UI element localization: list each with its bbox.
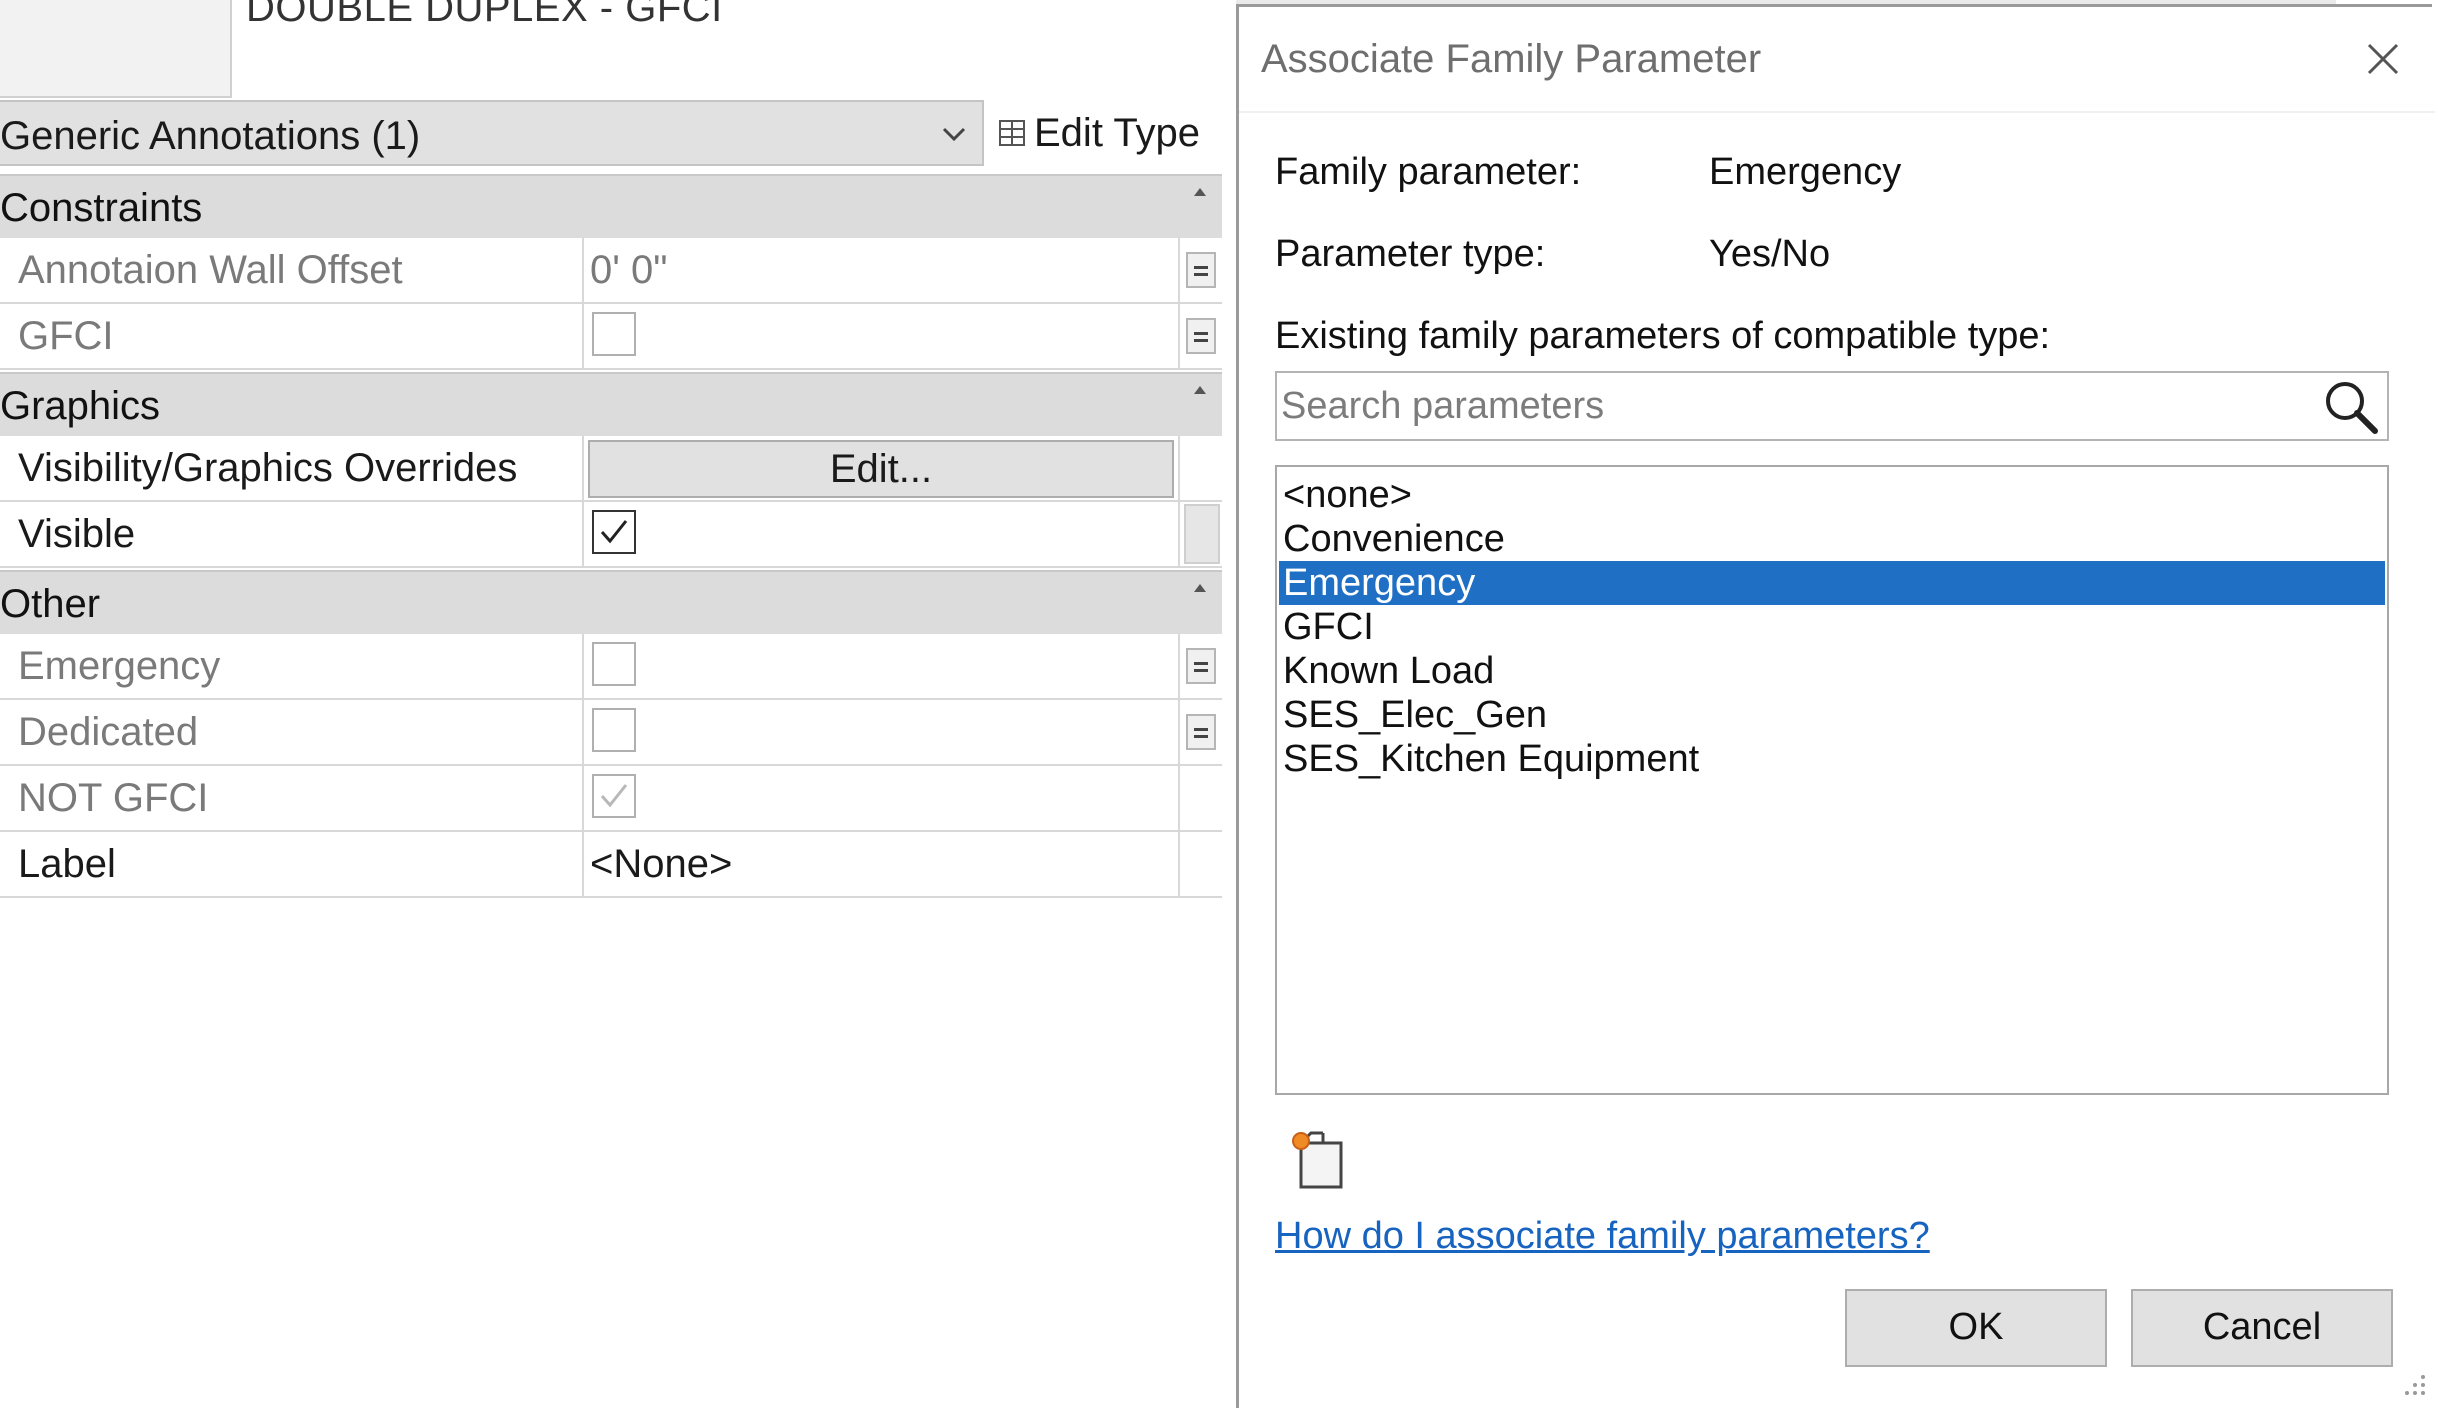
group-label: Other <box>0 582 101 626</box>
property-name: Label <box>18 842 116 886</box>
type-header: DOUBLE DUPLEX - GFCI <box>0 0 1226 98</box>
search-input[interactable] <box>1281 375 2321 437</box>
checkmark-icon <box>600 784 628 808</box>
property-name: GFCI <box>18 314 114 358</box>
emergency-checkbox[interactable] <box>592 642 636 686</box>
property-name: NOT GFCI <box>18 776 209 820</box>
list-item[interactable]: SES_Elec_Gen <box>1279 693 2385 737</box>
resize-grip-icon[interactable] <box>2399 1369 2429 1399</box>
list-item[interactable]: <none> <box>1279 473 2385 517</box>
property-row-annotation-wall-offset: Annotaion Wall Offset 0' 0" <box>0 238 1222 304</box>
scrollbar-thumb[interactable] <box>1184 504 1220 564</box>
property-value[interactable]: 0' 0" <box>586 238 1176 302</box>
property-value-text: 0' 0" <box>590 248 668 292</box>
search-icon[interactable] <box>2321 377 2381 437</box>
type-preview-image <box>0 0 232 98</box>
property-row-not-gfci: NOT GFCI <box>0 766 1222 832</box>
ok-button[interactable]: OK <box>1845 1289 2107 1367</box>
gfci-checkbox[interactable] <box>592 312 636 356</box>
property-row-dedicated: Dedicated <box>0 700 1222 766</box>
parameter-type-value: Yes/No <box>1709 233 1831 275</box>
title-separator <box>1239 111 2435 113</box>
group-label: Graphics <box>0 384 161 428</box>
dedicated-checkbox[interactable] <box>592 708 636 752</box>
edit-type-label: Edit Type <box>1034 110 1201 155</box>
property-row-visibility-graphics: Visibility/Graphics Overrides Edit... <box>0 436 1222 502</box>
associate-family-parameter-dialog: Associate Family Parameter Family parame… <box>1236 4 2435 1408</box>
type-selector-dropdown[interactable]: Generic Annotations (1) <box>0 100 984 166</box>
not-gfci-checkbox[interactable] <box>592 774 636 818</box>
close-icon[interactable] <box>2361 37 2405 81</box>
list-item[interactable]: Known Load <box>1279 649 2385 693</box>
chevron-down-icon <box>942 127 966 142</box>
property-name: Annotaion Wall Offset <box>18 248 403 292</box>
help-link[interactable]: How do I associate family parameters? <box>1275 1215 1930 1258</box>
group-graphics[interactable]: Graphics <box>0 372 1222 436</box>
visible-checkbox[interactable] <box>592 510 636 554</box>
type-selector-row: Generic Annotations (1) Edit Type <box>0 100 1226 168</box>
cancel-button[interactable]: Cancel <box>2131 1289 2393 1367</box>
family-parameter-value: Emergency <box>1709 151 1902 193</box>
properties-palette: DOUBLE DUPLEX - GFCI Generic Annotations… <box>0 0 1226 1412</box>
edit-type-button[interactable]: Edit Type <box>990 100 1220 166</box>
property-value[interactable]: <None> <box>586 832 1176 896</box>
group-label: Constraints <box>0 186 203 230</box>
associate-parameter-button[interactable] <box>1186 252 1216 288</box>
property-name: Dedicated <box>18 710 199 754</box>
list-item-selected[interactable]: Emergency <box>1279 561 2385 605</box>
parameter-type-label: Parameter type: <box>1275 233 1546 275</box>
group-constraints[interactable]: Constraints <box>0 174 1222 238</box>
parameter-list: <none> Convenience Emergency GFCI Known … <box>1275 465 2389 1095</box>
list-item[interactable]: GFCI <box>1279 605 2385 649</box>
property-row-gfci: GFCI <box>0 304 1222 370</box>
type-selector-label: Generic Annotations (1) <box>0 114 421 158</box>
type-name: DOUBLE DUPLEX - GFCI <box>246 0 723 30</box>
dialog-title: Associate Family Parameter <box>1261 37 1762 81</box>
group-other[interactable]: Other <box>0 570 1222 634</box>
list-item[interactable]: Convenience <box>1279 517 2385 561</box>
existing-parameters-label: Existing family parameters of compatible… <box>1275 315 2051 357</box>
collapse-icon[interactable] <box>1188 182 1212 206</box>
property-name: Emergency <box>18 644 221 688</box>
property-value-text: <None> <box>590 842 733 886</box>
property-row-emergency: Emergency <box>0 634 1222 700</box>
collapse-icon[interactable] <box>1188 578 1212 602</box>
property-name: Visibility/Graphics Overrides <box>18 446 518 490</box>
property-name: Visible <box>18 512 136 556</box>
family-parameter-label: Family parameter: <box>1275 151 1582 193</box>
search-box <box>1275 371 2389 441</box>
associate-parameter-button[interactable] <box>1186 648 1216 684</box>
collapse-icon[interactable] <box>1188 380 1212 404</box>
checkmark-icon <box>600 520 628 544</box>
property-row-label: Label <None> <box>0 832 1222 898</box>
edit-button[interactable]: Edit... <box>588 440 1174 498</box>
new-parameter-icon[interactable] <box>1289 1127 1349 1191</box>
property-row-visible: Visible <box>0 502 1222 568</box>
associate-parameter-button[interactable] <box>1186 714 1216 750</box>
list-item[interactable]: SES_Kitchen Equipment <box>1279 737 2385 781</box>
associate-parameter-button[interactable] <box>1186 318 1216 354</box>
edit-type-icon <box>999 120 1025 146</box>
